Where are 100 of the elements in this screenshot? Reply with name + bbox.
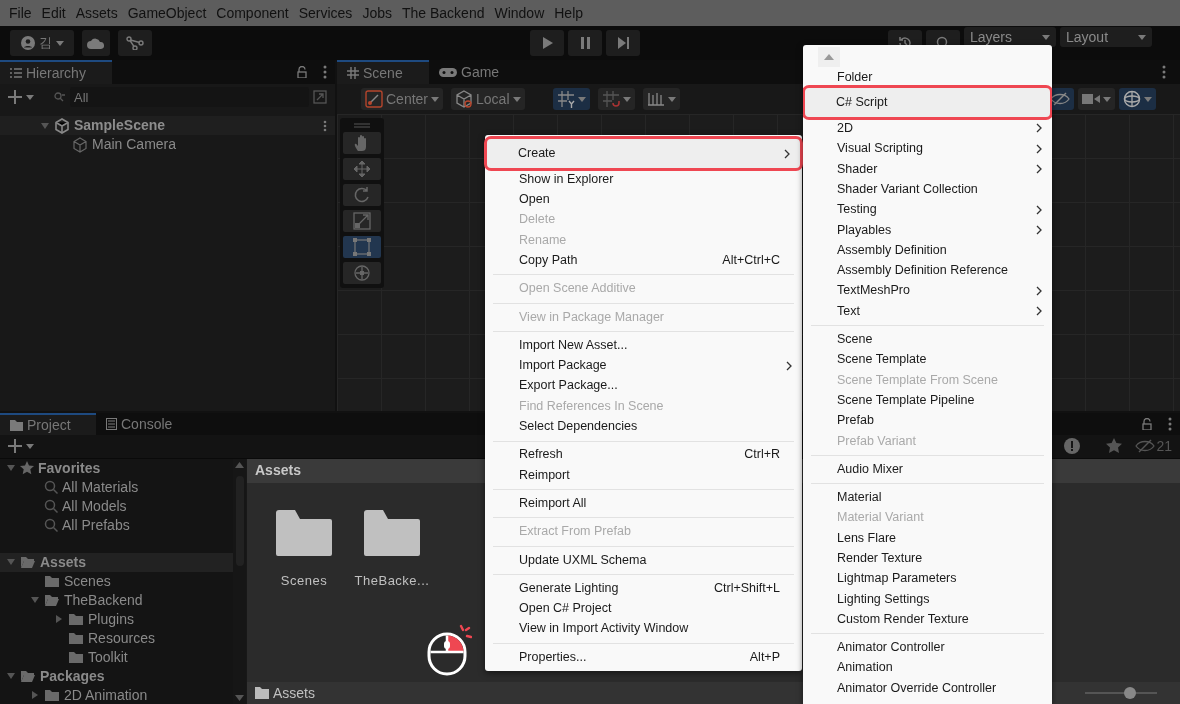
favorite-star-icon[interactable] bbox=[1105, 437, 1124, 456]
menu-item[interactable]: Animation bbox=[803, 657, 1052, 678]
scene-tab[interactable]: Scene bbox=[337, 60, 429, 84]
space-dropdown[interactable]: Local bbox=[451, 88, 525, 110]
layout-dropdown[interactable]: Layout bbox=[1060, 27, 1152, 47]
menu-item[interactable]: Refresh Ctrl+R bbox=[485, 444, 802, 465]
menu-item[interactable]: C# Script bbox=[805, 88, 1050, 118]
menu-item[interactable]: Lighting Settings bbox=[803, 588, 1052, 610]
menu-item[interactable]: Reimport bbox=[485, 464, 802, 486]
slider-thumb[interactable] bbox=[1123, 687, 1136, 699]
folder-name[interactable]: Packages bbox=[40, 665, 105, 687]
lock-icon[interactable] bbox=[1142, 418, 1152, 430]
scroll-down-icon[interactable] bbox=[235, 695, 244, 701]
layers-dropdown[interactable]: Layers bbox=[964, 27, 1056, 47]
menu-item[interactable]: Visual Scripting bbox=[803, 138, 1052, 159]
gizmos-button[interactable] bbox=[1119, 88, 1156, 110]
more-icon[interactable] bbox=[323, 65, 327, 79]
menu-item[interactable]: Update UXML Schema bbox=[485, 549, 802, 571]
folder-name[interactable]: Plugins bbox=[88, 608, 134, 630]
menu-item[interactable]: 2D bbox=[803, 118, 1052, 139]
menu-item[interactable]: Material bbox=[803, 487, 1052, 508]
menu-item[interactable]: Audio Mixer bbox=[803, 459, 1052, 480]
folder-icon[interactable] bbox=[363, 508, 421, 557]
menu-item[interactable]: Reimport All bbox=[485, 493, 802, 514]
saved-search-item[interactable]: All Prefabs bbox=[62, 514, 130, 536]
menu-item[interactable]: Import New Asset... bbox=[485, 335, 802, 356]
pause-button[interactable] bbox=[568, 30, 602, 56]
game-tab[interactable]: Game bbox=[429, 60, 509, 84]
menu-item[interactable]: Animator Controller bbox=[803, 637, 1052, 658]
menu-item[interactable]: Testing bbox=[803, 199, 1052, 220]
menu-item[interactable]: Shader bbox=[803, 158, 1052, 180]
account-button[interactable]: 김 bbox=[10, 30, 74, 56]
tool-button[interactable] bbox=[343, 158, 381, 180]
menu-item[interactable]: Folder bbox=[803, 67, 1052, 88]
menu-item[interactable]: Copy Path Alt+Ctrl+C bbox=[485, 250, 802, 271]
folder-name[interactable]: Scenes bbox=[64, 570, 111, 592]
menu-item[interactable]: Scene Template Pipeline bbox=[803, 390, 1052, 411]
menu-item[interactable]: Open bbox=[485, 189, 802, 210]
console-tab[interactable]: Console bbox=[96, 413, 186, 435]
menu-item[interactable]: Assembly Definition bbox=[803, 240, 1052, 261]
menu-item[interactable]: Playables bbox=[803, 219, 1052, 241]
hierarchy-tab[interactable]: Hierarchy bbox=[0, 60, 112, 84]
menu-item[interactable]: Generate Lighting Ctrl+Shift+L bbox=[485, 578, 802, 599]
menu-item[interactable]: Lens Flare bbox=[803, 527, 1052, 549]
tool-button[interactable] bbox=[343, 262, 381, 284]
menu-item[interactable]: Open C# Project bbox=[485, 598, 802, 619]
folder-name[interactable]: Toolkit bbox=[88, 646, 128, 668]
more-icon[interactable] bbox=[1168, 417, 1172, 431]
menu-item[interactable]: Assembly Definition Reference bbox=[803, 260, 1052, 281]
folder-icon[interactable] bbox=[275, 508, 333, 557]
camera-button[interactable] bbox=[1078, 88, 1115, 110]
error-filter-icon[interactable] bbox=[1063, 437, 1082, 456]
asset-name[interactable]: Scenes bbox=[280, 570, 328, 591]
asset-name[interactable]: TheBacke... bbox=[354, 570, 430, 591]
folder-name[interactable]: Resources bbox=[88, 627, 155, 649]
version-control-button[interactable] bbox=[118, 30, 152, 56]
tool-button[interactable] bbox=[343, 184, 381, 206]
cloud-button[interactable] bbox=[82, 30, 110, 56]
folder-name[interactable]: 2D Animation bbox=[64, 684, 148, 704]
menu-item[interactable]: Text bbox=[803, 300, 1052, 322]
menu-item[interactable]: Import Package bbox=[485, 355, 802, 376]
menu-item[interactable]: Export Package... bbox=[485, 375, 802, 396]
menu-item[interactable]: Animator Override Controller bbox=[803, 678, 1052, 699]
game-object-name[interactable]: Main Camera bbox=[92, 134, 177, 155]
tool-button[interactable] bbox=[343, 132, 381, 154]
folder-name[interactable]: TheBackend bbox=[64, 589, 143, 611]
menu-item[interactable]: Render Texture bbox=[803, 548, 1052, 569]
play-button[interactable] bbox=[530, 30, 564, 56]
more-icon[interactable] bbox=[323, 119, 327, 132]
menu-item[interactable]: Shader Variant Collection bbox=[803, 179, 1052, 200]
snap-button[interactable] bbox=[597, 88, 635, 110]
collapse-arrow-icon[interactable] bbox=[40, 120, 50, 131]
more-icon[interactable] bbox=[1162, 65, 1166, 79]
menu-item[interactable]: Scene Template bbox=[803, 349, 1052, 370]
add-button[interactable] bbox=[8, 90, 34, 104]
scroll-up-icon[interactable] bbox=[235, 461, 244, 468]
tool-button[interactable] bbox=[343, 236, 381, 258]
saved-search-item[interactable]: All Materials bbox=[62, 476, 139, 498]
grid-snap-button[interactable] bbox=[552, 88, 590, 110]
scroll-up-button[interactable] bbox=[818, 47, 840, 67]
menu-item[interactable]: Scene bbox=[803, 329, 1052, 350]
increment-snap-button[interactable] bbox=[642, 88, 680, 110]
expand-arrow-icon[interactable] bbox=[30, 690, 40, 701]
menu-item[interactable]: Custom Render Texture bbox=[803, 609, 1052, 630]
menu-item[interactable]: Show in Explorer bbox=[485, 169, 802, 190]
add-button[interactable] bbox=[8, 439, 34, 454]
menu-item[interactable]: Lightmap Parameters bbox=[803, 568, 1052, 589]
menu-item[interactable]: Create bbox=[487, 139, 800, 168]
folder-name[interactable]: Favorites bbox=[38, 458, 101, 479]
menu-item[interactable]: Prefab bbox=[803, 410, 1052, 431]
menu-item[interactable]: View in Import Activity Window bbox=[485, 618, 802, 639]
project-tab[interactable]: Project bbox=[0, 413, 96, 435]
search-field[interactable]: All bbox=[70, 87, 309, 107]
menu-item[interactable]: Select Dependencies bbox=[485, 416, 802, 437]
menu-item[interactable]: Properties... Alt+P bbox=[485, 646, 802, 668]
breadcrumb-label[interactable]: Assets bbox=[255, 460, 301, 482]
menu-item[interactable]: TextMeshPro bbox=[803, 280, 1052, 301]
tool-button[interactable] bbox=[343, 210, 381, 232]
pivot-dropdown[interactable]: Center bbox=[361, 88, 444, 110]
step-button[interactable] bbox=[606, 30, 640, 56]
